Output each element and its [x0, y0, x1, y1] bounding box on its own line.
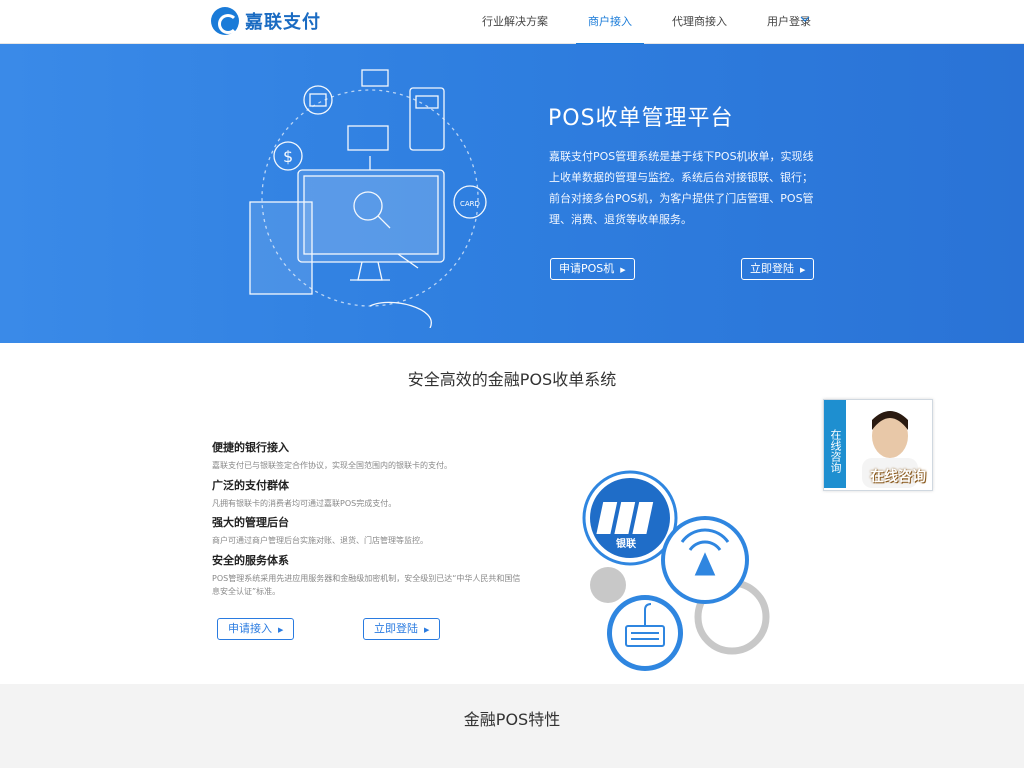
apply-pos-label: 申请POS机	[559, 262, 615, 275]
card-text: CARD	[460, 200, 480, 208]
section-title-features: 金融POS特性	[463, 710, 561, 729]
consult-label: 在线咨询	[870, 469, 926, 485]
banner-login-button[interactable]: 立即登陆 ▶	[741, 258, 815, 280]
feature-title: 强大的管理后台	[212, 516, 289, 529]
svg-text:$: $	[283, 147, 293, 166]
unionpay-text: 银联	[616, 537, 636, 550]
consult-tab[interactable]: 在线咨询	[824, 400, 846, 488]
nav-item-merchant-access[interactable]: 商户接入	[576, 0, 644, 45]
feature-security: 安全的服务体系 POS管理系统采用先进应用服务器和金融级加密机制，安全级别已达“…	[212, 552, 522, 598]
feature-title: 安全的服务体系	[212, 554, 289, 567]
section-title-pos-system: 安全高效的金融POS收单系统	[407, 370, 617, 389]
nav-item-solutions[interactable]: 行业解决方案	[470, 0, 560, 44]
feature-desc: 凡拥有银联卡的消费者均可通过嘉联POS完成支付。	[212, 499, 397, 508]
feature-desc: 嘉联支付已与银联签定合作协议，实现全国范围内的银联卡的支付。	[212, 461, 452, 470]
payment-circles-graphic: 银联	[582, 470, 770, 671]
arrow-right-icon: ▶	[800, 266, 806, 274]
banner-description: 嘉联支付POS管理系统是基于线下POS机收单，实现线上收单数据的管理与监控。系统…	[549, 150, 814, 226]
arrow-right-icon: ▶	[620, 266, 626, 274]
section-login-button[interactable]: 立即登陆 ▶	[363, 618, 441, 640]
arrow-right-icon: ▶	[278, 626, 284, 634]
apply-pos-button[interactable]: 申请POS机 ▶	[550, 258, 635, 280]
section-login-label: 立即登陆	[374, 622, 418, 635]
logo-icon	[211, 7, 239, 35]
top-header: 嘉联支付 行业解决方案 商户接入 代理商接入 用户登录	[0, 0, 1024, 45]
apply-access-label: 申请接入	[228, 622, 272, 635]
arrow-right-icon: ▶	[424, 626, 430, 634]
chevron-down-icon[interactable]	[798, 14, 812, 28]
pos-illustration: $ CARD	[249, 69, 487, 328]
hero-banner: $ CARD POS收单管理平台 嘉联支付POS管理系统是基于线下POS机收单，…	[0, 44, 1024, 343]
nav-item-agent-access[interactable]: 代理商接入	[660, 0, 739, 44]
features-section: 金融POS特性	[0, 684, 1024, 768]
banner-login-label: 立即登陆	[750, 262, 794, 275]
main-nav: 行业解决方案 商户接入 代理商接入 用户登录	[470, 0, 839, 45]
banner-title: POS收单管理平台	[548, 106, 734, 131]
apply-access-button[interactable]: 申请接入 ▶	[217, 618, 295, 640]
feature-admin-backend: 强大的管理后台 商户可通过商户管理后台实施对账、退货、门店管理等监控。	[212, 514, 522, 547]
site-logo[interactable]: 嘉联支付	[211, 6, 321, 36]
logo-text: 嘉联支付	[245, 12, 321, 33]
feature-title: 广泛的支付群体	[212, 479, 289, 492]
feature-desc: POS管理系统采用先进应用服务器和金融级加密机制，安全级别已达“中华人民共和国信…	[212, 574, 521, 596]
online-consult-widget[interactable]: 在线咨询 在线咨询	[823, 399, 933, 491]
feature-title: 便捷的银行接入	[212, 441, 289, 454]
feature-bank-access: 便捷的银行接入 嘉联支付已与银联签定合作协议，实现全国范围内的银联卡的支付。	[212, 439, 522, 472]
nav-item-user-login[interactable]: 用户登录	[755, 0, 823, 44]
feature-desc: 商户可通过商户管理后台实施对账、退货、门店管理等监控。	[212, 536, 428, 545]
feature-payment-groups: 广泛的支付群体 凡拥有银联卡的消费者均可通过嘉联POS完成支付。	[212, 477, 522, 510]
